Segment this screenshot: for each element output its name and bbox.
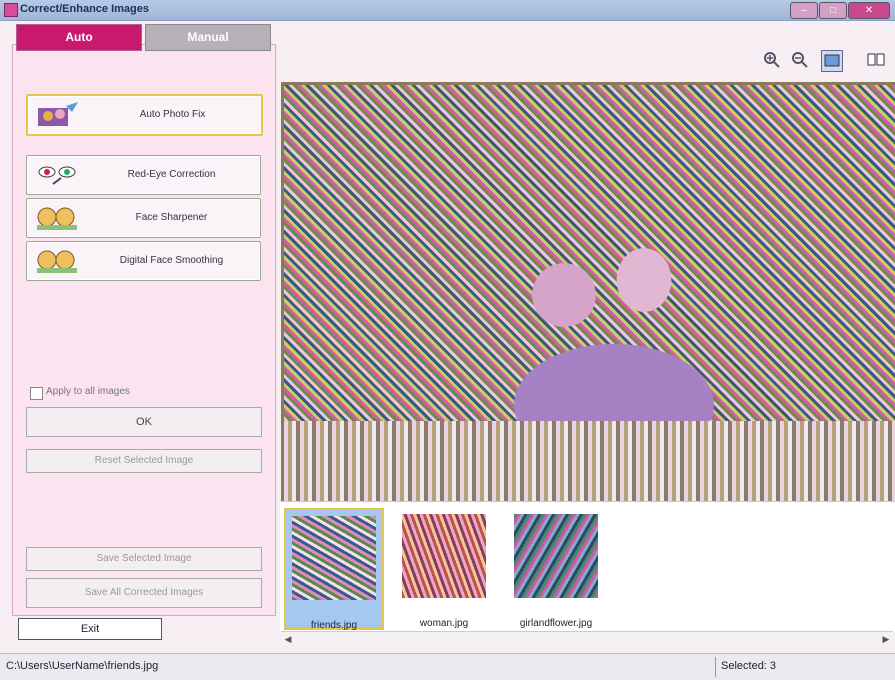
thumbnail-girlandflower[interactable]: girlandflower.jpg [508, 508, 604, 629]
preview-photo [284, 85, 895, 501]
thumbnail-friends[interactable]: friends.jpg [284, 508, 384, 631]
thumbnail-caption: girlandflower.jpg [519, 618, 593, 629]
face-sharpener-label: Face Sharpener [135, 212, 208, 223]
thumbnail-image [514, 514, 598, 598]
thumbnail-caption: friends.jpg [310, 620, 358, 631]
auto-photo-fix-icon [38, 102, 78, 126]
red-eye-correction-label: Red-Eye Correction [127, 169, 216, 180]
thumbnail-image [292, 516, 376, 600]
auto-photo-fix-button[interactable]: Auto Photo Fix [26, 94, 263, 136]
save-selected-image-button[interactable]: Save Selected Image [26, 547, 262, 571]
thumbnail-woman[interactable]: woman.jpg [396, 508, 492, 629]
close-button[interactable]: ✕ [848, 2, 890, 19]
main-window: Correct/Enhance Images – □ ✕ Auto Manual… [0, 0, 895, 680]
tab-manual[interactable]: Manual [145, 24, 271, 51]
thumbnail-caption: woman.jpg [419, 618, 469, 629]
exit-button[interactable]: Exit [18, 618, 162, 640]
image-preview[interactable] [281, 82, 895, 504]
status-bar: C:\Users\UserName\friends.jpg Selected: … [0, 653, 895, 680]
thumbnail-strip: friends.jpg woman.jpg girlandflower.jpg [280, 501, 895, 632]
checkbox-box[interactable] [30, 387, 43, 400]
auto-photo-fix-label: Auto Photo Fix [139, 109, 206, 120]
reset-selected-image-button[interactable]: Reset Selected Image [26, 449, 262, 473]
window-title: Correct/Enhance Images [20, 3, 149, 15]
full-screen-icon[interactable] [821, 50, 843, 72]
save-all-corrected-images-button[interactable]: Save All Corrected Images [26, 578, 262, 608]
zoom-out-icon[interactable] [790, 50, 810, 70]
digital-face-smoothing-label: Digital Face Smoothing [119, 255, 224, 266]
thumbnail-image [402, 514, 486, 598]
minimize-button[interactable]: – [790, 2, 818, 19]
red-eye-correction-button[interactable]: Red-Eye Correction [26, 155, 261, 195]
digital-face-smoothing-button[interactable]: Digital Face Smoothing [26, 241, 261, 281]
tab-auto[interactable]: Auto [16, 24, 142, 51]
face-smoothing-icon [37, 250, 77, 273]
horizontal-scrollbar[interactable]: ◀ ▶ [281, 631, 893, 646]
face-sharpener-icon [37, 207, 77, 230]
app-icon [4, 3, 18, 17]
zoom-in-icon[interactable] [762, 50, 782, 70]
status-separator [715, 657, 716, 677]
red-eye-icon [38, 166, 76, 185]
status-selected-count: Selected: 3 [721, 660, 777, 672]
scroll-right-arrow-icon[interactable]: ▶ [879, 632, 893, 646]
face-sharpener-button[interactable]: Face Sharpener [26, 198, 261, 238]
title-bar: Correct/Enhance Images – □ ✕ [0, 0, 895, 21]
maximize-button[interactable]: □ [819, 2, 847, 19]
ok-button[interactable]: OK [26, 407, 262, 437]
preview-ground [284, 421, 895, 501]
scroll-left-arrow-icon[interactable]: ◀ [281, 632, 295, 646]
apply-to-all-label: Apply to all images [46, 386, 130, 397]
compare-view-icon[interactable] [866, 50, 886, 70]
status-file-path: C:\Users\UserName\friends.jpg [6, 660, 159, 672]
